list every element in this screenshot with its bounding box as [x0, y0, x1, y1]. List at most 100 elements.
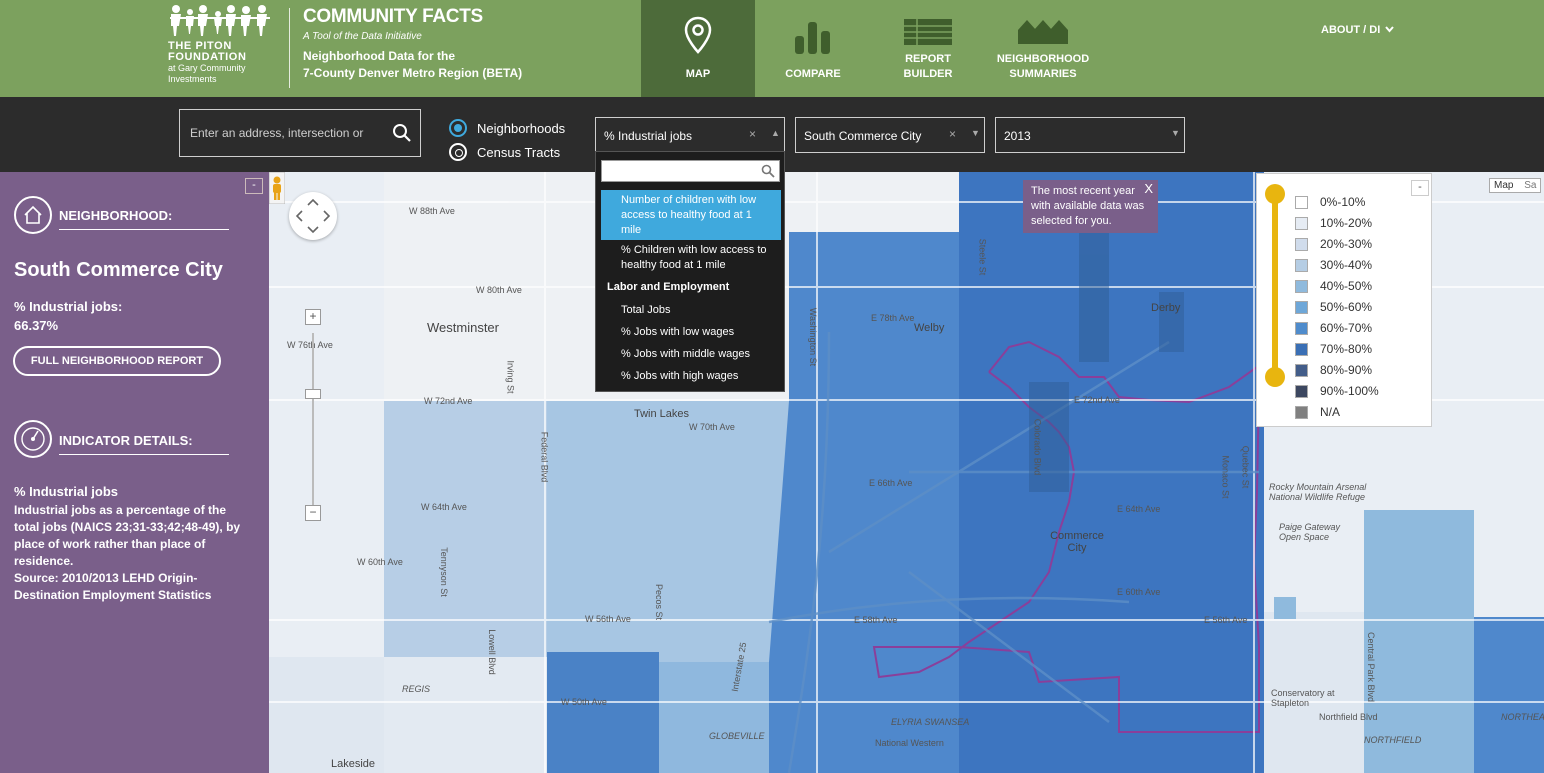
nav-report-label-1: REPORT: [905, 53, 951, 65]
about-menu[interactable]: ABOUT / DI: [1321, 24, 1395, 36]
map-place-label: REGIS: [402, 684, 431, 694]
recent-year-tooltip: The most recent year with available data…: [1023, 180, 1158, 233]
dropdown-option[interactable]: % Jobs with middle wages: [601, 347, 781, 362]
dropdown-option[interactable]: % Jobs with low wages: [601, 325, 781, 340]
map-street-label: E 78th Ave: [871, 313, 915, 323]
indicator-title: % Industrial jobs: [14, 484, 119, 499]
logo-sub-line2: Investments: [168, 74, 217, 84]
legend-slider-top-handle[interactable]: [1265, 184, 1285, 204]
nav-compare-label: COMPARE: [785, 68, 841, 80]
legend-label: 20%-30%: [1320, 237, 1373, 251]
legend-item: 10%-20%: [1295, 216, 1372, 230]
app-desc-line2: 7-County Denver Metro Region (BETA): [303, 66, 523, 80]
dropdown-search-input[interactable]: [601, 160, 780, 182]
legend-collapse-button[interactable]: -: [1411, 180, 1429, 196]
app-tagline: A Tool of the Data Initiative: [303, 31, 422, 42]
tooltip-close-icon[interactable]: X: [1144, 181, 1153, 196]
map-street-label: W 64th Ave: [421, 502, 467, 512]
nav-map[interactable]: MAP: [641, 0, 755, 97]
legend-item: 60%-70%: [1295, 321, 1372, 335]
dropdown-group-label: Labor and Employment: [607, 281, 730, 293]
piton-foundation-logo[interactable]: THE PITON FOUNDATION at Gary Community I…: [168, 4, 278, 92]
legend-item: N/A: [1295, 405, 1340, 419]
sidebar: - NEIGHBORHOOD: South Commerce City % In…: [0, 172, 269, 773]
map-street-label: Lowell Blvd: [486, 629, 497, 675]
app-desc-line1: Neighborhood Data for the: [303, 49, 455, 63]
year-select[interactable]: 2013 ▼: [995, 117, 1185, 153]
map-place-label: ELYRIA SWANSEA: [891, 717, 970, 727]
radio-census-tracts[interactable]: Census Tracts: [449, 142, 560, 162]
map-street-label: W 72nd Ave: [424, 396, 473, 406]
nav-compare[interactable]: COMPARE: [756, 0, 870, 97]
nav-summaries-label-1: NEIGHBORHOOD: [996, 53, 1090, 65]
map-street-label: Monaco St: [1220, 455, 1231, 499]
chevron-down-icon: [1385, 26, 1395, 33]
street-view-pegman-icon[interactable]: [269, 172, 285, 204]
legend-swatch: [1295, 300, 1308, 314]
neighborhood-clear-icon[interactable]: ×: [949, 127, 956, 141]
family-silhouette-icon: [170, 5, 270, 36]
indicator-clear-icon[interactable]: ×: [749, 127, 756, 141]
address-search-input[interactable]: [190, 123, 380, 143]
indicator-select-value: % Industrial jobs: [604, 129, 693, 143]
map-street-label: W 60th Ave: [357, 557, 403, 567]
legend-item: 0%-10%: [1295, 195, 1365, 209]
indicator-source: Source: 2010/2013 LEHD Origin-Destinatio…: [14, 571, 212, 602]
map-type-satellite[interactable]: Sa: [1524, 180, 1536, 191]
legend-range-slider[interactable]: [1272, 186, 1278, 378]
search-icon[interactable]: [392, 123, 412, 143]
dropdown-option[interactable]: % Jobs with high wages: [601, 369, 781, 384]
map-place-label: Twin Lakes: [634, 408, 690, 420]
zoom-slider-handle[interactable]: [305, 389, 321, 399]
year-select-value: 2013: [1004, 129, 1031, 143]
zoom-slider-track[interactable]: [312, 333, 314, 511]
radio-neighborhoods[interactable]: Neighborhoods: [449, 118, 565, 138]
radio-neighborhoods-label: Neighborhoods: [477, 120, 566, 136]
map-place-label: Paige Gateway Open Space: [1279, 522, 1341, 542]
caret-down-icon[interactable]: ▼: [1171, 128, 1180, 138]
radio-unselected-icon: [449, 143, 467, 161]
legend-item: 50%-60%: [1295, 300, 1372, 314]
gauge-icon: [14, 420, 52, 458]
map-street-label: E 56th Ave: [1204, 615, 1248, 625]
legend-label: 30%-40%: [1320, 258, 1373, 272]
legend-swatch: [1295, 405, 1308, 419]
neighborhood-select[interactable]: South Commerce City × ▼: [795, 117, 985, 153]
legend-label: N/A: [1320, 405, 1341, 419]
map-pin-icon: [684, 16, 712, 54]
indicator-value-block: % Industrial jobs: 66.37%: [14, 297, 122, 335]
nav-report-builder[interactable]: REPORT BUILDER: [871, 0, 985, 97]
map-street-label: Pecos St: [654, 583, 665, 621]
sidebar-collapse-button[interactable]: -: [245, 178, 263, 194]
full-neighborhood-report-button[interactable]: FULL NEIGHBORHOOD REPORT: [13, 346, 221, 376]
map-street-label: W 50th Ave: [561, 697, 607, 707]
zoom-out-button[interactable]: −: [305, 505, 321, 521]
dropdown-option[interactable]: % Children with low access to healthy fo…: [601, 243, 781, 273]
map-legend: - 0%-10% 10%-20% 20%-30% 30%-40% 40%-50% 50%-…: [1256, 173, 1432, 427]
caret-down-icon[interactable]: ▼: [971, 128, 980, 138]
indicator-dropdown: Number of children with low access to he…: [595, 151, 785, 392]
legend-swatch: [1295, 363, 1308, 377]
nav-neighborhood-summaries[interactable]: NEIGHBORHOOD SUMMARIES: [986, 0, 1100, 97]
indicator-details-heading: INDICATOR DETAILS:: [59, 433, 229, 455]
map-type-map[interactable]: Map: [1494, 180, 1513, 191]
legend-slider-bottom-handle[interactable]: [1265, 367, 1285, 387]
map-place-label: National Western: [875, 738, 944, 748]
legend-swatch: [1295, 216, 1308, 230]
map-street-label: W 56th Ave: [585, 614, 631, 624]
map-street-label: Quebec St: [1240, 445, 1251, 489]
zoom-in-button[interactable]: +: [305, 309, 321, 325]
brand-block: COMMUNITY FACTS A Tool of the Data Initi…: [303, 6, 522, 82]
indicator-description-block: Industrial jobs as a percentage of the t…: [14, 502, 249, 604]
legend-swatch: [1295, 384, 1308, 398]
nav-report-label-2: BUILDER: [903, 68, 953, 80]
address-search: [179, 109, 421, 157]
tooltip-text: The most recent year with available data…: [1031, 185, 1145, 227]
map-pan-control[interactable]: [289, 192, 337, 240]
map-type-control[interactable]: Map Sa: [1489, 178, 1542, 193]
legend-swatch: [1295, 195, 1308, 209]
dropdown-option[interactable]: Total Jobs: [601, 303, 781, 318]
indicator-select[interactable]: % Industrial jobs × ▲: [595, 117, 785, 153]
caret-up-icon[interactable]: ▲: [771, 128, 780, 138]
dropdown-option[interactable]: Number of children with low access to he…: [601, 190, 781, 240]
